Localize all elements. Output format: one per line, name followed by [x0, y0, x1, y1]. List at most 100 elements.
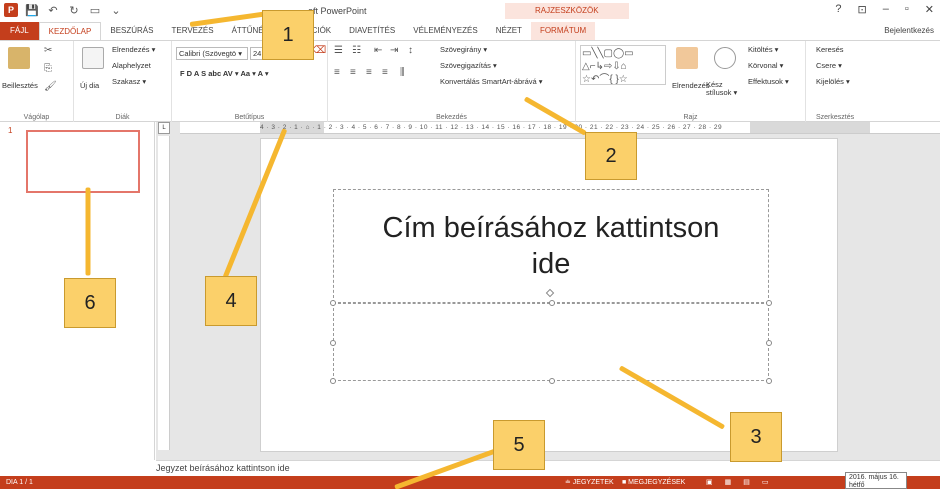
- justify-icon[interactable]: ≡: [382, 67, 388, 78]
- save-icon[interactable]: 💾: [25, 3, 39, 17]
- font-group-label: Betűtípus: [234, 114, 265, 121]
- bullets-icon[interactable]: ☰: [334, 45, 343, 56]
- help-icon[interactable]: ?: [835, 3, 841, 16]
- slides-group-label: Diák: [115, 114, 130, 121]
- tab-insert[interactable]: BESZÚRÁS: [101, 22, 162, 40]
- callout-6-box: 6: [64, 278, 116, 328]
- font-format-buttons[interactable]: F D A S abc AV ▾ Aa ▾ A ▾: [180, 69, 269, 78]
- callout-2-box: 2: [585, 132, 637, 180]
- powerpoint-app-icon[interactable]: P: [4, 3, 18, 17]
- tab-review[interactable]: VÉLEMÉNYEZÉS: [404, 22, 486, 40]
- font-name-select[interactable]: Calibri (Szövegtö ▾: [176, 47, 248, 60]
- arrange-button[interactable]: Elrendezés: [672, 81, 710, 90]
- resize-handle[interactable]: [766, 300, 772, 306]
- subtitle-placeholder[interactable]: [330, 288, 772, 384]
- tab-home[interactable]: KEZDŐLAP: [38, 22, 102, 40]
- close-icon[interactable]: ✕: [925, 3, 934, 16]
- maximize-icon[interactable]: ▫: [905, 3, 909, 16]
- align-left-icon[interactable]: ≡: [334, 67, 340, 78]
- title-bar: P 💾 ↶ ↻ ▭ ⌄ oft PowerPoint RAJZESZKÖZÖK …: [0, 0, 940, 22]
- paragraph-group-label: Bekezdés: [436, 114, 467, 121]
- drawing-group-label: Rajz: [683, 114, 698, 121]
- format-painter-icon[interactable]: 🖌: [44, 81, 57, 92]
- align-text-button[interactable]: Szövegigazítás ▾: [440, 61, 497, 70]
- resize-handle[interactable]: [330, 300, 336, 306]
- slide-thumbnail[interactable]: [26, 130, 140, 193]
- tab-view[interactable]: NÉZET: [487, 22, 531, 40]
- align-center-icon[interactable]: ≡: [350, 67, 356, 78]
- resize-handle[interactable]: [766, 378, 772, 384]
- slides-group: Új dia Elrendezés ▾ Alaphelyzet Szakasz …: [74, 41, 172, 123]
- shape-fill-button[interactable]: Kitöltés ▾: [748, 45, 778, 54]
- paste-button[interactable]: Beillesztés: [2, 81, 38, 90]
- tab-selector[interactable]: L: [158, 122, 170, 134]
- convert-smartart-button[interactable]: Konvertálás SmartArt-ábrává ▾: [440, 77, 543, 86]
- date-tooltip-date: 2016. május 16.: [849, 474, 899, 481]
- layout-button[interactable]: Elrendezés ▾: [112, 45, 155, 54]
- align-right-icon[interactable]: ≡: [366, 67, 372, 78]
- shapes-gallery[interactable]: ▭╲╲▢◯▭ △⌐↳⇨⇩⌂ ☆↶⌒{ }☆: [580, 45, 666, 85]
- quick-styles-button[interactable]: Kész stílusok ▾: [706, 81, 744, 97]
- customize-quick-access-icon[interactable]: ⌄: [109, 3, 123, 17]
- cut-icon[interactable]: ✂: [44, 45, 52, 56]
- resize-handle[interactable]: [330, 378, 336, 384]
- title-placeholder[interactable]: Cím beírásához kattintson ide: [333, 189, 769, 303]
- editing-group-label: Szerkesztés: [816, 114, 855, 121]
- shape-effects-button[interactable]: Effektusok ▾: [748, 77, 789, 86]
- text-direction-button[interactable]: Szövegirány ▾: [440, 45, 487, 54]
- normal-view-icon[interactable]: ▣: [706, 476, 713, 489]
- resize-handle[interactable]: [549, 300, 555, 306]
- clear-formatting-icon[interactable]: ⌫: [312, 45, 326, 56]
- shape-outline-button[interactable]: Körvonal ▾: [748, 61, 783, 70]
- quick-styles-icon[interactable]: [714, 47, 736, 69]
- section-button[interactable]: Szakasz ▾: [112, 77, 146, 86]
- undo-icon[interactable]: ↶: [46, 3, 60, 17]
- view-buttons: ▣ ▦ ▤ ▭: [706, 476, 769, 489]
- resize-handle[interactable]: [330, 340, 336, 346]
- slide-sorter-icon[interactable]: ▦: [725, 476, 732, 489]
- vertical-ruler[interactable]: [158, 136, 170, 450]
- date-tooltip-day: hétfő: [849, 482, 865, 489]
- editing-group: Keresés Csere ▾ Kijelölés ▾ Szerkesztés: [806, 41, 940, 123]
- callout-4-box: 4: [205, 276, 257, 326]
- decrease-indent-icon[interactable]: ⇤: [374, 45, 382, 56]
- tab-file[interactable]: FÁJL: [0, 22, 39, 40]
- copy-icon[interactable]: ⎘: [44, 63, 52, 74]
- slide-editing-area: L 4 · 3 · 2 · 1 · ⌂ · 1 · 2 · 3 · 4 · 5 …: [156, 122, 940, 460]
- numbering-icon[interactable]: ☷: [352, 45, 361, 56]
- find-button[interactable]: Keresés: [816, 45, 844, 54]
- slide-canvas[interactable]: Cím beírásához kattintson ide: [260, 138, 838, 452]
- select-button[interactable]: Kijelölés ▾: [816, 77, 850, 86]
- reset-button[interactable]: Alaphelyzet: [112, 61, 151, 70]
- notes-placeholder-text: Jegyzet beírásához kattintson ide: [156, 463, 290, 473]
- paste-icon[interactable]: [8, 47, 30, 69]
- slide-counter: DIA 1 / 1: [6, 479, 33, 486]
- redo-icon[interactable]: ↻: [67, 3, 81, 17]
- horizontal-ruler[interactable]: 4 · 3 · 2 · 1 · ⌂ · 1 · 2 · 3 · 4 · 5 · …: [180, 122, 940, 134]
- comments-toggle-button[interactable]: ■ MEGJEGYZÉSEK: [622, 476, 685, 489]
- ribbon-display-options-icon[interactable]: ⊡: [858, 3, 867, 16]
- tab-slideshow[interactable]: DIAVETÍTÉS: [340, 22, 404, 40]
- date-tooltip: 2016. május 16. hétfő: [845, 472, 907, 489]
- sign-in-link[interactable]: Bejelentkezés: [884, 26, 934, 35]
- resize-handle[interactable]: [766, 340, 772, 346]
- start-slideshow-icon[interactable]: ▭: [88, 3, 102, 17]
- paragraph-group: ☰ ☷ ⇤ ⇥ ↕ ≡ ≡ ≡ ≡ ⫼ Szövegirány ▾ Szöveg…: [328, 41, 576, 123]
- clipboard-group: Beillesztés ✂ ⎘ 🖌 Vágólap: [0, 41, 74, 123]
- columns-icon[interactable]: ⫼: [400, 67, 405, 78]
- arrange-icon[interactable]: [676, 47, 698, 69]
- increase-indent-icon[interactable]: ⇥: [390, 45, 398, 56]
- minimize-icon[interactable]: –: [883, 3, 889, 16]
- line-spacing-icon[interactable]: ↕: [408, 45, 413, 56]
- tab-format[interactable]: FORMÁTUM: [530, 22, 596, 40]
- new-slide-button[interactable]: Új dia: [80, 81, 99, 90]
- notes-toggle-button[interactable]: ≐ JEGYZETEK: [565, 476, 614, 489]
- resize-handle[interactable]: [549, 378, 555, 384]
- title-placeholder-text: Cím beírásához kattintson ide: [382, 212, 720, 280]
- notes-pane[interactable]: Jegyzet beírásához kattintson ide: [156, 460, 940, 476]
- slideshow-view-icon[interactable]: ▭: [762, 476, 769, 489]
- reading-view-icon[interactable]: ▤: [743, 476, 750, 489]
- new-slide-icon[interactable]: [82, 47, 104, 69]
- clipboard-group-label: Vágólap: [23, 114, 50, 121]
- replace-button[interactable]: Csere ▾: [816, 61, 842, 70]
